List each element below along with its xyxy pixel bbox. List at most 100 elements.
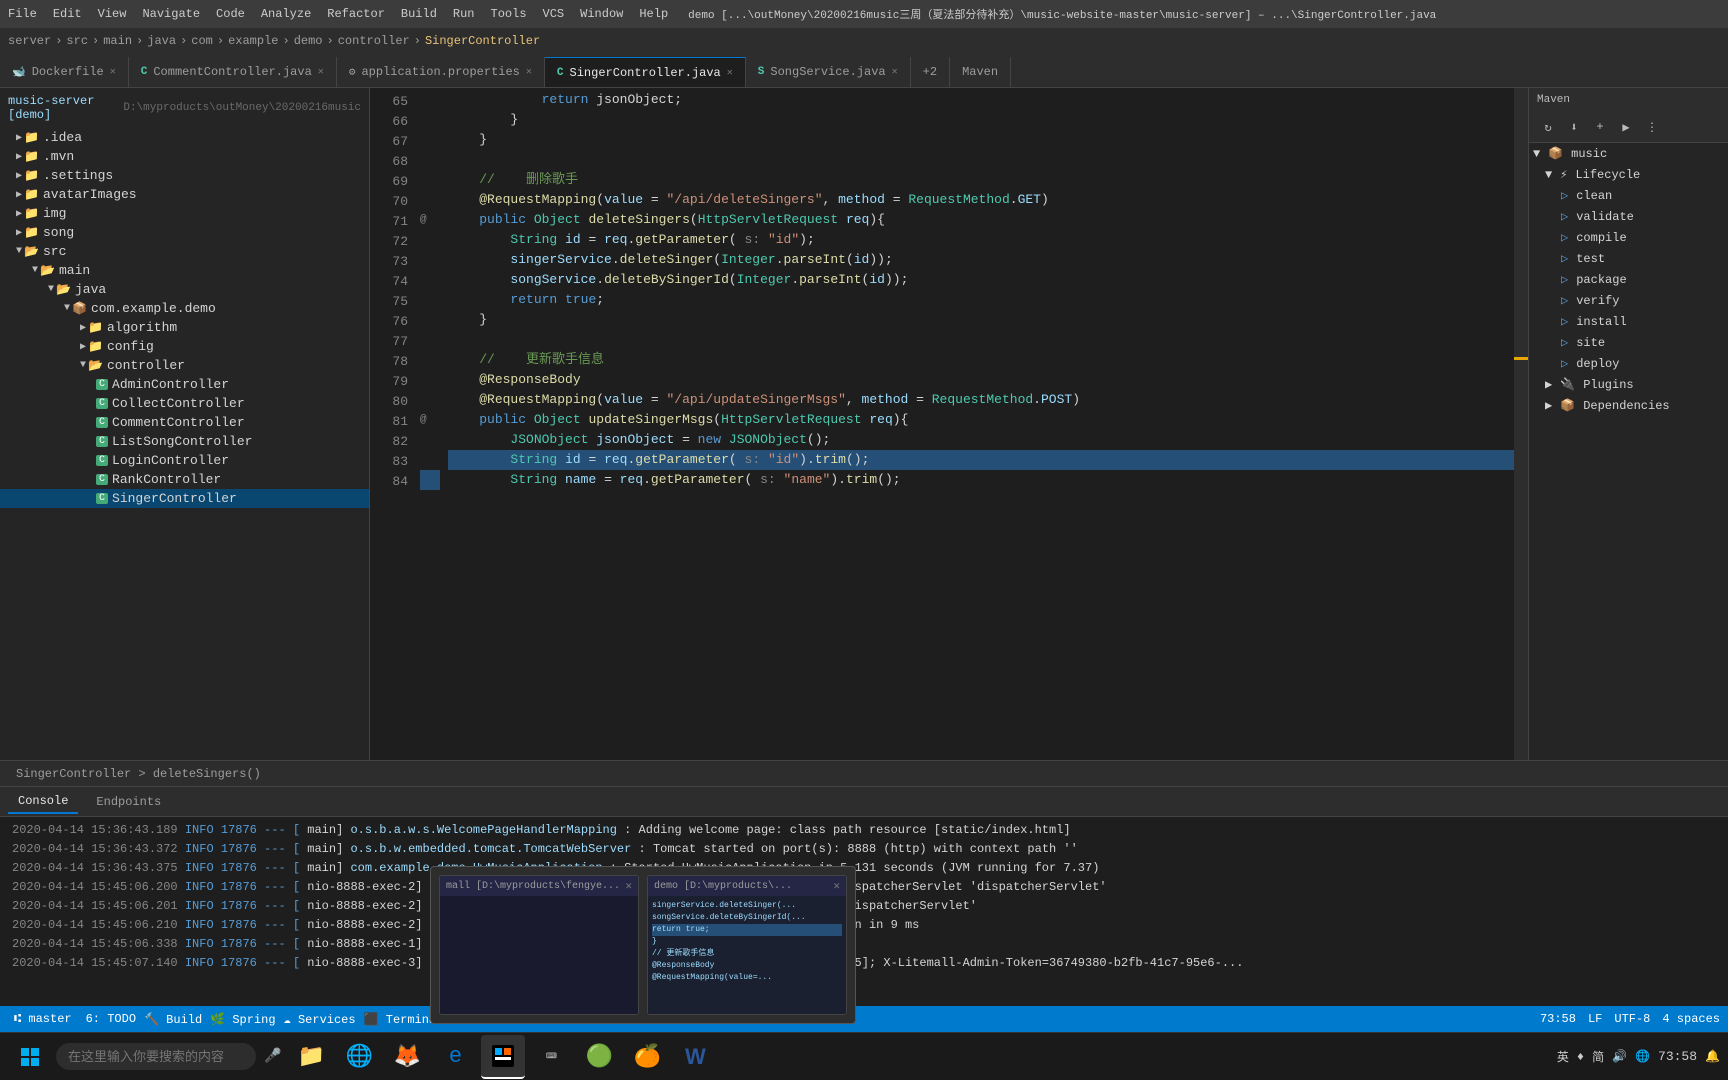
taskbar-intellij[interactable] [481, 1035, 525, 1079]
taskbar-word[interactable]: W [673, 1035, 717, 1079]
taskbar-network[interactable]: 🌐 [1635, 1049, 1650, 1064]
sidebar-item-song[interactable]: ▶ 📁 song [0, 223, 369, 242]
taskbar-notification[interactable]: 🔔 [1705, 1049, 1720, 1064]
status-indent[interactable]: 4 spaces [1662, 1012, 1720, 1026]
start-button[interactable] [8, 1035, 52, 1079]
tab-endpoints[interactable]: Endpoints [86, 791, 171, 813]
taskbar-lang[interactable]: 英 [1557, 1048, 1569, 1065]
sidebar-item-rankcontroller[interactable]: C RankController [0, 470, 369, 489]
close-dockerfile[interactable]: ✕ [110, 66, 116, 78]
minimap-scroll[interactable] [1514, 88, 1528, 760]
menu-view[interactable]: View [98, 7, 127, 21]
tab-applicationproperties[interactable]: ⚙ application.properties ✕ [337, 57, 545, 87]
status-services[interactable]: ☁ Services [284, 1012, 356, 1027]
taskbar-app-orange[interactable]: 🍊 [625, 1035, 669, 1079]
maven-plugins-item[interactable]: ▶ 🔌 Plugins [1529, 374, 1728, 395]
maven-compile[interactable]: ▷ compile [1529, 227, 1728, 248]
tab-overflow[interactable]: +2 [911, 57, 950, 87]
menu-navigate[interactable]: Navigate [142, 7, 200, 21]
tab-singercontroller[interactable]: C SingerController.java ✕ [545, 57, 746, 87]
taskbar-system-icon[interactable]: 🔊 [1612, 1049, 1627, 1064]
code-content-area[interactable]: 6566676869707172737475767778798081828384… [370, 88, 1528, 760]
menu-run[interactable]: Run [453, 7, 475, 21]
sidebar-item-mvn[interactable]: ▶ 📁 .mvn [0, 147, 369, 166]
sidebar-item-main[interactable]: ▼ 📂 main [0, 261, 369, 280]
bc-singercontroller[interactable]: SingerController [425, 34, 540, 48]
sidebar-item-collectcontroller[interactable]: C CollectController [0, 394, 369, 413]
status-git[interactable]: ⑆ master [8, 1012, 78, 1026]
taskbar-search-input[interactable] [56, 1043, 256, 1070]
sidebar-item-settings[interactable]: ▶ 📁 .settings [0, 166, 369, 185]
sidebar-item-com-example-demo[interactable]: ▼ 📦 com.example.demo [0, 299, 369, 318]
sidebar-item-idea[interactable]: ▶ 📁 .idea [0, 128, 369, 147]
maven-deploy[interactable]: ▷ deploy [1529, 353, 1728, 374]
bc-server[interactable]: server [8, 34, 51, 48]
tab-commentcontroller[interactable]: C CommentController.java ✕ [129, 57, 337, 87]
sidebar-item-singercontroller[interactable]: C SingerController [0, 489, 369, 508]
taskbar-input-icon[interactable]: ♦ [1577, 1050, 1584, 1064]
taskbar-chrome[interactable]: 🌐 [337, 1035, 381, 1079]
maven-lifecycle-item[interactable]: ▼ ⚡ Lifecycle [1529, 164, 1728, 185]
close-appprops[interactable]: ✕ [526, 66, 532, 78]
sidebar-item-algorithm[interactable]: ▶ 📁 algorithm [0, 318, 369, 337]
maven-more-btn[interactable]: ⋮ [1641, 116, 1663, 138]
close-songservice[interactable]: ✕ [892, 66, 898, 78]
maven-site[interactable]: ▷ site [1529, 332, 1728, 353]
bc-example[interactable]: example [228, 34, 278, 48]
taskbar-file-explorer[interactable]: 📁 [289, 1035, 333, 1079]
maven-dependencies-item[interactable]: ▶ 📦 Dependencies [1529, 395, 1728, 416]
status-spring[interactable]: 🌿 Spring [210, 1012, 275, 1027]
maven-package[interactable]: ▷ package [1529, 269, 1728, 290]
menu-code[interactable]: Code [216, 7, 245, 21]
tab-dockerfile[interactable]: 🐋 Dockerfile ✕ [0, 57, 129, 87]
tab-console[interactable]: Console [8, 790, 78, 814]
sidebar-item-config[interactable]: ▶ 📁 config [0, 337, 369, 356]
code-lines[interactable]: return jsonObject; } } // 删除歌手 @RequestM… [440, 88, 1528, 760]
close-tooltip-demo[interactable]: ✕ [833, 879, 840, 893]
mic-icon[interactable]: 🎤 [264, 1048, 281, 1065]
maven-test[interactable]: ▷ test [1529, 248, 1728, 269]
menu-edit[interactable]: Edit [53, 7, 82, 21]
bc-java[interactable]: java [147, 34, 176, 48]
close-commentcontroller[interactable]: ✕ [318, 66, 324, 78]
code-editor[interactable]: 6566676869707172737475767778798081828384… [370, 88, 1528, 760]
bc-controller[interactable]: controller [338, 34, 410, 48]
taskbar-app-green[interactable]: 🟢 [577, 1035, 621, 1079]
menu-analyze[interactable]: Analyze [261, 7, 311, 21]
bc-src[interactable]: src [66, 34, 88, 48]
sidebar-item-src[interactable]: ▼ 📂 src [0, 242, 369, 261]
maven-refresh-btn[interactable]: ↻ [1537, 116, 1559, 138]
maven-install[interactable]: ▷ install [1529, 311, 1728, 332]
close-tooltip-mall[interactable]: ✕ [625, 879, 632, 893]
sidebar-item-admincontroller[interactable]: C AdminController [0, 375, 369, 394]
sidebar-item-listsongcontroller[interactable]: C ListSongController [0, 432, 369, 451]
sidebar-item-commentcontroller[interactable]: C CommentController [0, 413, 369, 432]
sidebar-item-logincontroller[interactable]: C LoginController [0, 451, 369, 470]
taskbar-firefox[interactable]: 🦊 [385, 1035, 429, 1079]
bc-com[interactable]: com [191, 34, 213, 48]
bc-main[interactable]: main [103, 34, 132, 48]
status-todo[interactable]: 6: TODO [86, 1012, 136, 1026]
menu-vcs[interactable]: VCS [543, 7, 565, 21]
status-line-ending[interactable]: LF [1588, 1012, 1602, 1026]
tab-maven[interactable]: Maven [950, 57, 1011, 87]
maven-project-music[interactable]: ▼ 📦 music [1529, 143, 1728, 164]
maven-verify[interactable]: ▷ verify [1529, 290, 1728, 311]
close-singercontroller[interactable]: ✕ [727, 67, 733, 79]
taskbar-simplifed[interactable]: 简 [1592, 1048, 1604, 1065]
sidebar-item-controller[interactable]: ▼ 📂 controller [0, 356, 369, 375]
maven-add-btn[interactable]: + [1589, 116, 1611, 138]
status-build[interactable]: 🔨 Build [144, 1012, 202, 1027]
status-line-col[interactable]: 73:58 [1540, 1012, 1576, 1026]
menu-build[interactable]: Build [401, 7, 437, 21]
menu-tools[interactable]: Tools [491, 7, 527, 21]
maven-play-btn[interactable]: ▶ [1615, 116, 1637, 138]
tooltip-window-demo[interactable]: demo [D:\myproducts\... ✕ singerService.… [647, 875, 847, 1015]
menu-bar[interactable]: File Edit View Navigate Code Analyze Ref… [8, 7, 668, 21]
bc-demo[interactable]: demo [294, 34, 323, 48]
tab-songservice[interactable]: S SongService.java ✕ [746, 57, 911, 87]
menu-refactor[interactable]: Refactor [327, 7, 385, 21]
menu-help[interactable]: Help [639, 7, 668, 21]
taskbar-terminal[interactable]: ⌨ [529, 1035, 573, 1079]
tooltip-window-mall[interactable]: mall [D:\myproducts\fengye... ✕ [439, 875, 639, 1015]
